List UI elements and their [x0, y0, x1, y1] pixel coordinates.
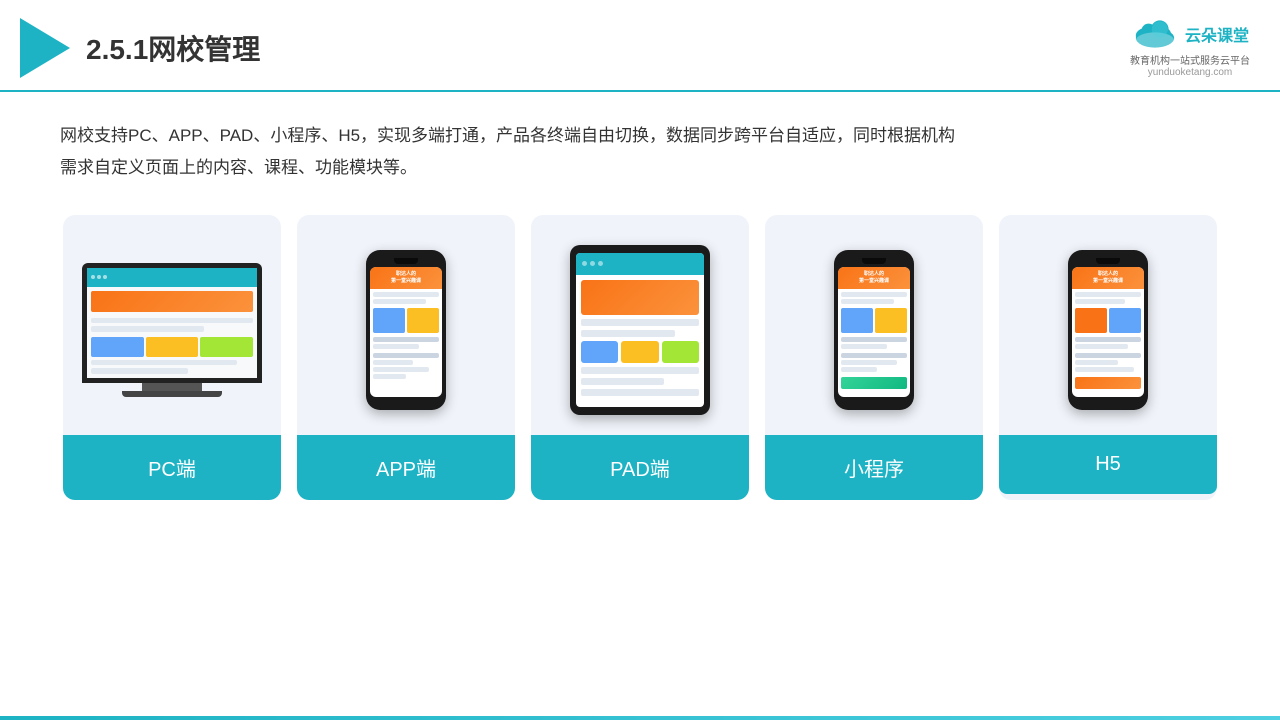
pc-mockup: [82, 263, 262, 397]
miniapp-image-area: 职达人的第一堂兴趣课: [765, 215, 983, 435]
h5-label: H5: [999, 435, 1217, 494]
app-label: APP端: [297, 435, 515, 500]
device-card-pc: PC端: [63, 215, 281, 500]
h5-phone-mockup: 职达人的第一堂兴趣课: [1068, 250, 1148, 410]
pad-tablet-mockup: [570, 245, 710, 415]
app-phone-mockup: 职达人的第一堂兴趣课: [366, 250, 446, 410]
device-card-miniapp: 职达人的第一堂兴趣课: [765, 215, 983, 500]
h5-image-area: 职达人的第一堂兴趣课: [999, 215, 1217, 435]
brand-area: 云朵课堂 教育机构一站式服务云平台 yunduoketang.com: [1130, 18, 1250, 78]
brand-logo: 云朵课堂: [1131, 18, 1249, 50]
pad-label: PAD端: [531, 435, 749, 500]
brand-tagline: 教育机构一站式服务云平台: [1130, 52, 1250, 67]
device-card-pad: PAD端: [531, 215, 749, 500]
bottom-bar: [0, 716, 1280, 720]
brand-url: yunduoketang.com: [1148, 67, 1233, 78]
brand-name: 云朵课堂: [1185, 22, 1249, 46]
header-left: 2.5.1网校管理: [20, 18, 260, 78]
app-image-area: 职达人的第一堂兴趣课: [297, 215, 515, 435]
main-content: 网校支持PC、APP、PAD、小程序、H5，实现多端打通，产品各终端自由切换，数…: [0, 92, 1280, 520]
miniapp-phone-mockup: 职达人的第一堂兴趣课: [834, 250, 914, 410]
device-cards-container: PC端 职达人的第一堂兴趣课: [60, 215, 1220, 500]
pad-image-area: [531, 215, 749, 435]
page-title: 2.5.1网校管理: [86, 28, 260, 68]
pc-label: PC端: [63, 435, 281, 500]
cloud-icon: [1131, 18, 1179, 50]
pc-image-area: [63, 215, 281, 435]
device-card-h5: 职达人的第一堂兴趣课: [999, 215, 1217, 500]
page-header: 2.5.1网校管理 云朵课堂 教育机构一站式服务云平台 yunduoketang…: [0, 0, 1280, 92]
device-card-app: 职达人的第一堂兴趣课: [297, 215, 515, 500]
description-text: 网校支持PC、APP、PAD、小程序、H5，实现多端打通，产品各终端自由切换，数…: [60, 120, 1220, 185]
miniapp-label: 小程序: [765, 435, 983, 500]
logo-triangle-icon: [20, 18, 70, 78]
